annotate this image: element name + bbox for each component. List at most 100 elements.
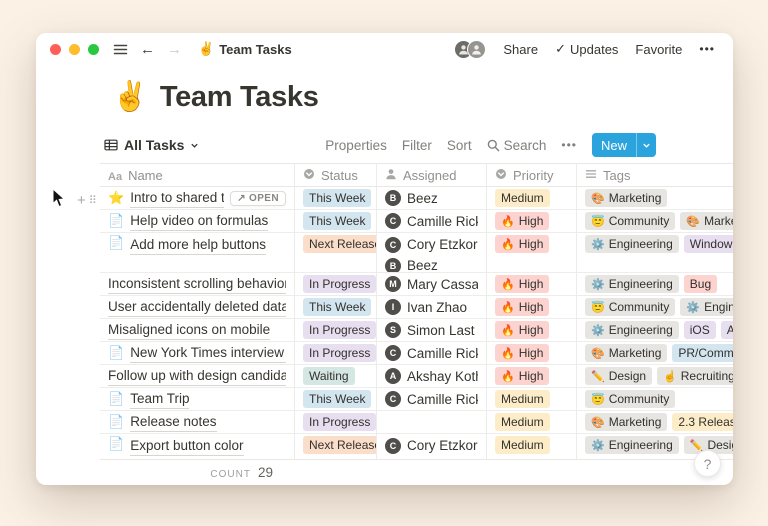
view-more-options-icon[interactable]: ••• [561,138,577,152]
row-name-cell[interactable]: 📄New York Times interview prep [100,342,295,364]
priority-pill[interactable]: 🔥High [495,344,549,362]
tags-cell[interactable]: ⚙️Engineering Bug [577,273,733,295]
tag-pill[interactable]: PR/Comms [672,344,733,362]
status-cell[interactable]: This Week [295,210,377,232]
tag-pill[interactable]: 😇Community [585,390,675,408]
status-pill[interactable]: In Progress [303,413,376,431]
close-window-button[interactable] [50,44,61,55]
assigned-cell[interactable]: IIvan Zhao [377,296,487,318]
status-pill[interactable]: In Progress [303,321,376,339]
priority-pill[interactable]: Medium [495,413,550,431]
sidebar-menu-icon[interactable] [113,42,128,57]
favorite-button[interactable]: Favorite [635,42,682,57]
row-name-cell[interactable]: Inconsistent scrolling behavior [100,273,295,295]
status-cell[interactable]: Next Release [295,233,377,272]
status-cell[interactable]: This Week [295,187,377,209]
new-button[interactable]: New [592,133,636,157]
column-header-name[interactable]: AaName [100,164,295,186]
row-name-cell[interactable]: Follow up with design candidates [100,365,295,387]
tags-cell[interactable]: ⚙️EngineeringiOSAndroid [577,319,733,341]
priority-cell[interactable]: 🔥High [487,365,577,387]
priority-cell[interactable]: 🔥High [487,233,577,272]
row-name-cell[interactable]: 📄Add more help buttons [100,233,295,272]
status-cell[interactable]: In Progress [295,319,377,341]
view-switcher[interactable]: All Tasks [104,137,199,153]
tags-cell[interactable]: ⚙️Engineering Windows [577,233,733,272]
assigned-cell[interactable]: CCory Etzkorn [377,434,487,459]
tags-cell[interactable]: 😇Community ⚙️Engineering [577,296,733,318]
tag-pill[interactable]: iOS [684,321,716,339]
status-pill[interactable]: Next Release [303,235,377,253]
add-row-icon[interactable]: + [77,193,86,208]
row-name-cell[interactable]: 📄Export button color [100,434,295,459]
tag-pill[interactable]: ⚙️Engineering [585,235,679,253]
priority-cell[interactable]: Medium [487,187,577,209]
priority-pill[interactable]: 🔥High [495,321,549,339]
column-header-tags[interactable]: Tags [577,164,733,186]
assigned-cell[interactable]: CCamille Ricketts [377,342,487,364]
status-cell[interactable]: Next Release [295,434,377,459]
tag-pill[interactable]: ⚙️Engineering [585,275,679,293]
updates-button[interactable]: ✓ Updates [555,41,618,57]
page-emoji-icon[interactable]: ✌️ [112,79,148,115]
more-options-icon[interactable]: ••• [699,42,715,56]
column-header-assigned[interactable]: Assigned [377,164,487,186]
status-cell[interactable]: This Week [295,296,377,318]
priority-cell[interactable]: Medium [487,411,577,433]
row-name-cell[interactable]: 📄Help video on formulas [100,210,295,232]
tags-cell[interactable]: 🎨Marketing 2.3 Release [577,411,733,433]
tag-pill[interactable]: Bug [684,275,717,293]
assigned-cell[interactable] [377,411,487,433]
tag-pill[interactable]: ⚙️Engineering [585,436,679,454]
priority-pill[interactable]: Medium [495,189,550,207]
tag-pill[interactable]: 😇Community [585,298,675,316]
status-pill[interactable]: Waiting [303,367,355,385]
status-cell[interactable]: In Progress [295,273,377,295]
assigned-cell[interactable]: SSimon Last [377,319,487,341]
tags-cell[interactable]: 😇Community [577,388,733,410]
open-button[interactable]: ↗OPEN [230,191,286,206]
row-name-cell[interactable]: Misaligned icons on mobile [100,319,295,341]
tag-pill[interactable]: Windows [684,235,733,253]
assigned-cell[interactable]: MMary Cassatt [377,273,487,295]
page-title[interactable]: ✌️ Team Tasks [112,79,733,115]
tag-pill[interactable]: ☝️Recruiting [657,367,733,385]
assigned-cell[interactable]: AAkshay Kothari [377,365,487,387]
priority-pill[interactable]: 🔥High [495,212,549,230]
priority-cell[interactable]: 🔥High [487,273,577,295]
status-cell[interactable]: In Progress [295,411,377,433]
status-pill[interactable]: Next Release [303,436,377,454]
status-pill[interactable]: This Week [303,212,371,230]
tag-pill[interactable]: 🎨Marketing [585,189,667,207]
status-cell[interactable]: This Week [295,388,377,410]
tags-cell[interactable]: ✏️Design ☝️Recruiting [577,365,733,387]
priority-pill[interactable]: 🔥High [495,367,549,385]
column-header-priority[interactable]: Priority [487,164,577,186]
tags-cell[interactable]: 😇Community 🎨Marketing [577,210,733,232]
tag-pill[interactable]: 🎨Marketing [585,413,667,431]
tag-pill[interactable]: 🎨Marketing [680,212,733,230]
sort-button[interactable]: Sort [447,138,472,153]
tag-pill[interactable]: ⚙️Engineering [680,298,733,316]
priority-cell[interactable]: Medium [487,388,577,410]
assigned-cell[interactable]: BBeez [377,187,487,209]
priority-cell[interactable]: 🔥High [487,342,577,364]
search-button[interactable]: Search [487,138,547,153]
collaborator-avatars[interactable] [454,40,486,59]
status-cell[interactable]: Waiting [295,365,377,387]
priority-pill[interactable]: Medium [495,390,550,408]
priority-cell[interactable]: 🔥High [487,296,577,318]
row-name-cell[interactable]: 📄Release notes [100,411,295,433]
assigned-cell[interactable]: CCamille Ricketts [377,388,487,410]
zoom-window-button[interactable] [88,44,99,55]
priority-pill[interactable]: Medium [495,436,550,454]
tag-pill[interactable]: 😇Community [585,212,675,230]
status-pill[interactable]: In Progress [303,275,376,293]
tag-pill[interactable]: ✏️Design [585,367,652,385]
tags-cell[interactable]: 🎨Marketing [577,187,733,209]
priority-pill[interactable]: 🔥High [495,298,549,316]
status-pill[interactable]: This Week [303,298,371,316]
assigned-cell[interactable]: CCory EtzkornBBeez [377,233,487,272]
priority-pill[interactable]: 🔥High [495,275,549,293]
tag-pill[interactable]: 2.3 Release [672,413,733,431]
